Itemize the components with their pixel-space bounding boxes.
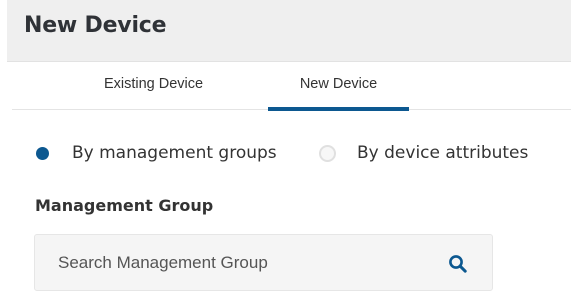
radio-by-device-attributes[interactable]: By device attributes — [319, 141, 559, 165]
tab-existing-device[interactable]: Existing Device — [81, 62, 226, 110]
page-title: New Device — [24, 13, 167, 38]
radio-label[interactable]: By device attributes — [357, 141, 528, 165]
tab-new-device[interactable]: New Device — [268, 62, 409, 111]
search-icon[interactable] — [448, 254, 468, 274]
management-group-search — [34, 234, 493, 291]
radio-button-selected[interactable] — [34, 145, 51, 162]
selection-mode-radio-group: By management groups By device attribute… — [34, 141, 564, 165]
page-header: New Device — [7, 0, 571, 62]
radio-label[interactable]: By management groups — [72, 141, 277, 165]
tab-bar: Existing Device New Device — [12, 62, 571, 111]
management-group-search-input[interactable] — [35, 235, 435, 290]
radio-by-management-groups[interactable]: By management groups — [34, 141, 304, 165]
radio-button-unselected[interactable] — [319, 145, 336, 162]
management-group-label: Management Group — [35, 196, 214, 215]
